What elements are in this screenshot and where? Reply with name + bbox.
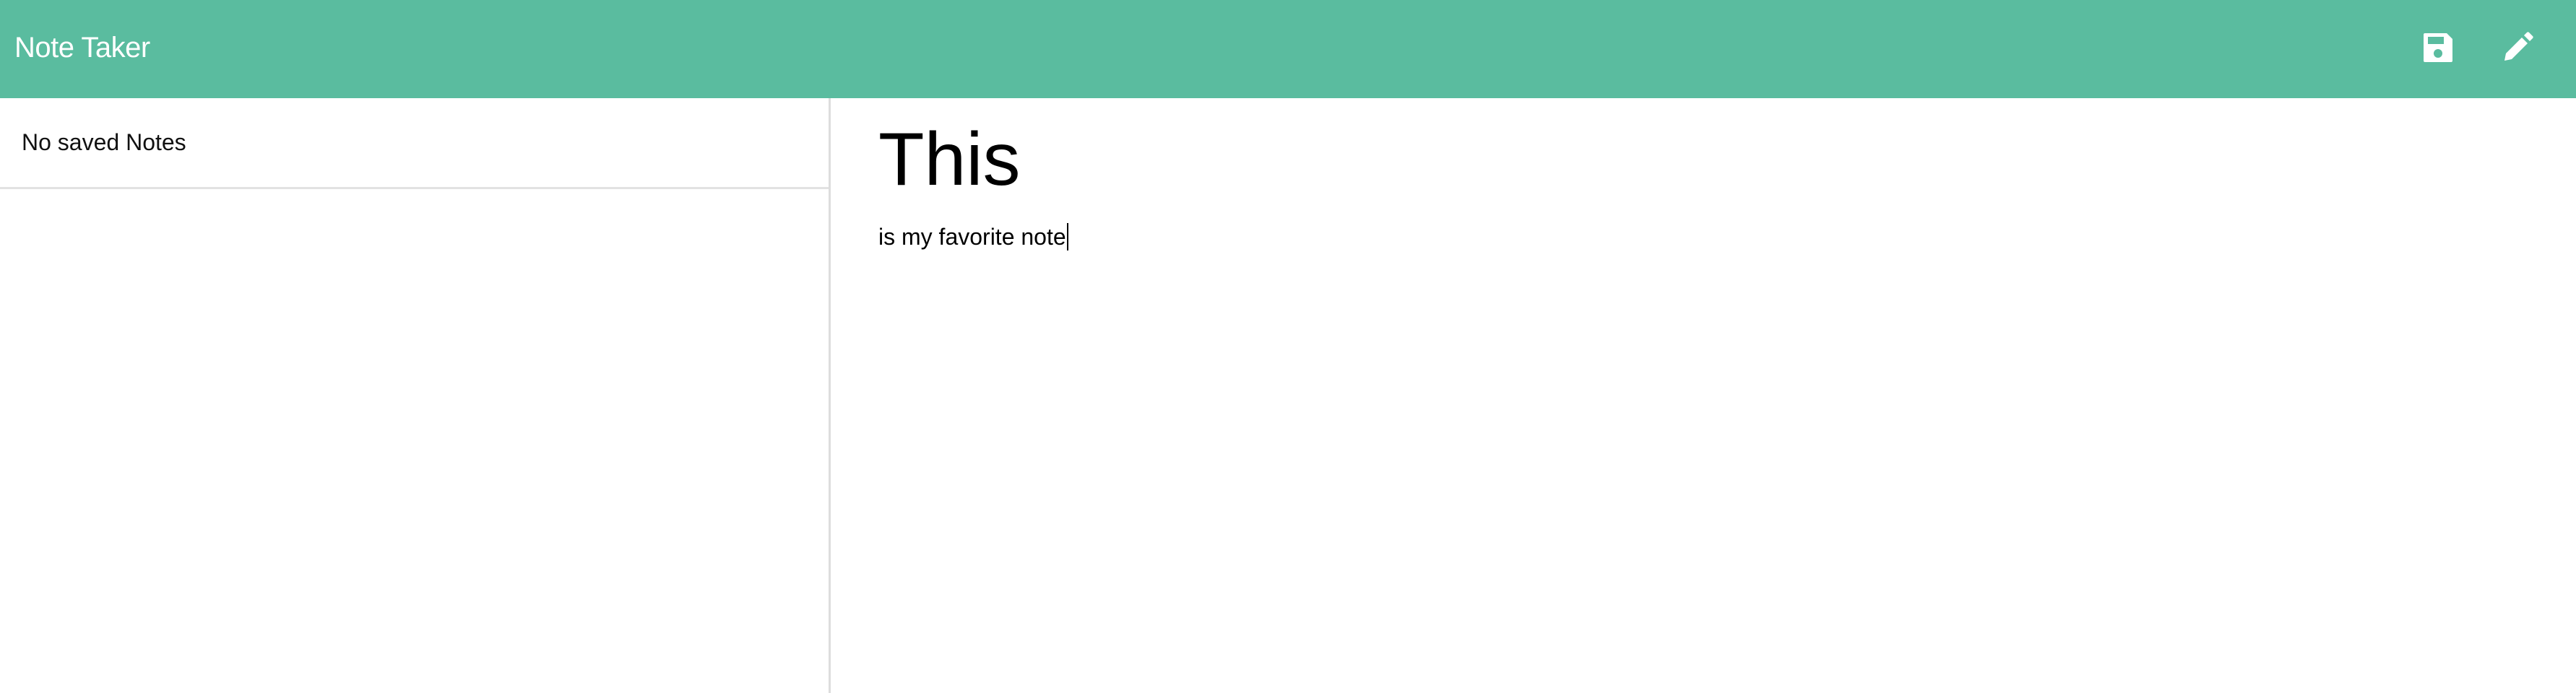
note-body-text: is my favorite note xyxy=(878,224,1066,250)
list-item: No saved Notes xyxy=(0,98,829,189)
save-icon xyxy=(2421,30,2455,69)
note-text-area[interactable]: is my favorite note xyxy=(878,221,2576,253)
navbar: Note Taker xyxy=(0,0,2576,98)
empty-notes-message: No saved Notes xyxy=(22,129,186,155)
note-editor: This is my favorite note xyxy=(833,98,2576,693)
pencil-icon xyxy=(2500,30,2535,69)
text-cursor xyxy=(1066,223,1068,250)
note-title-input[interactable]: This xyxy=(878,114,2525,205)
save-note-button[interactable] xyxy=(2415,26,2461,72)
new-note-button[interactable] xyxy=(2494,26,2541,72)
notes-sidebar: No saved Notes xyxy=(0,98,831,693)
app-title[interactable]: Note Taker xyxy=(14,26,150,69)
